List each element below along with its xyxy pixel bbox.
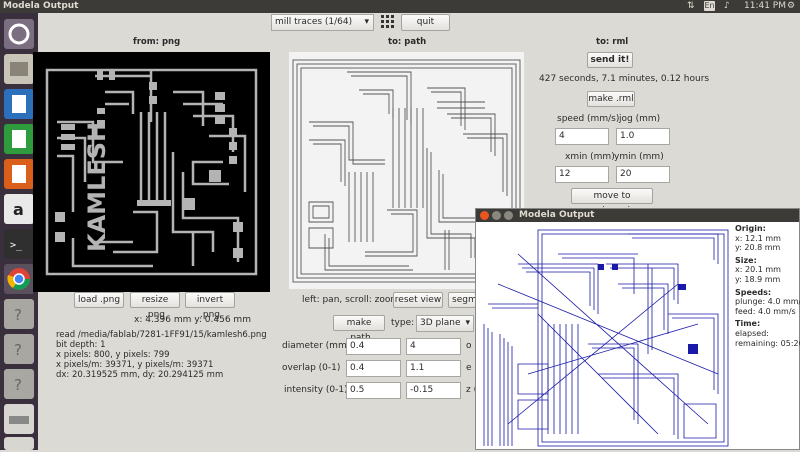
- chevron-down-icon: ▾: [465, 318, 470, 328]
- svg-text:>_: >_: [10, 240, 23, 251]
- window-title: Modela Output: [3, 1, 79, 11]
- quit-button[interactable]: quit: [401, 14, 450, 31]
- gear-icon[interactable]: ⚙: [787, 1, 795, 11]
- right-label-e: e: [466, 363, 472, 373]
- ymin-label: ymin (mm): [614, 152, 664, 162]
- make-path-button[interactable]: make .path: [333, 315, 385, 343]
- info-line: x pixels/m: 39371, y pixels/m: 39371: [56, 360, 214, 370]
- intensity-field[interactable]: 0.5: [346, 382, 401, 399]
- png-preview[interactable]: KAMLESH: [33, 52, 270, 292]
- time-heading: Time:: [735, 319, 761, 329]
- amazon-icon[interactable]: a: [4, 194, 34, 224]
- svg-text:a: a: [13, 200, 24, 219]
- origin-y: y: 20.8 mm: [735, 243, 781, 253]
- chrome-icon[interactable]: [4, 264, 34, 294]
- popup-title: Modela Output: [519, 210, 595, 220]
- intensity-label: intensity (0-1): [284, 385, 348, 395]
- info-line: bit depth: 1: [56, 340, 106, 350]
- xmin-label: xmin (mm): [565, 152, 615, 162]
- load-png-button[interactable]: load .png: [74, 292, 124, 308]
- ymin-field[interactable]: 20: [616, 166, 670, 183]
- files-icon[interactable]: [4, 54, 34, 84]
- overlap-label: overlap (0-1): [282, 363, 341, 373]
- unknown-app-icon[interactable]: ?: [4, 334, 34, 364]
- toolpath-canvas[interactable]: [478, 224, 733, 449]
- svg-text:?: ?: [14, 341, 22, 359]
- grid-icon[interactable]: [381, 15, 395, 32]
- minimize-icon[interactable]: [492, 211, 501, 220]
- svg-text:?: ?: [14, 306, 22, 324]
- jog-field[interactable]: 1.0: [616, 128, 670, 145]
- diameter-field-2[interactable]: 4: [406, 338, 461, 355]
- from-png-header: from: png: [133, 37, 181, 47]
- mode-select[interactable]: mill traces (1/64) ▾: [271, 14, 374, 31]
- speed-label: speed (mm/s): [557, 114, 620, 124]
- invert-png-button[interactable]: invert .png: [185, 292, 235, 320]
- diameter-label: diameter (mm): [282, 341, 351, 351]
- clock[interactable]: 11:41 PM: [744, 1, 786, 11]
- origin-heading: Origin:: [735, 224, 766, 233]
- maximize-icon[interactable]: [504, 211, 513, 220]
- plunge-speed: plunge: 4.0 mm/s: [735, 297, 800, 307]
- modela-output-window[interactable]: Modela Output Origin: x: 12.1 mm y: 20.8…: [475, 208, 800, 450]
- size-heading: Size:: [735, 255, 757, 265]
- to-path-header: to: path: [388, 37, 427, 47]
- right-label-o: o: [466, 341, 472, 351]
- network-icon[interactable]: ⇅: [687, 1, 695, 11]
- info-line: dx: 20.319525 mm, dy: 20.294125 mm: [56, 370, 224, 380]
- size-x: x: 20.1 mm: [735, 265, 781, 275]
- type-label: type:: [391, 318, 415, 328]
- speeds-heading: Speeds:: [735, 287, 772, 297]
- writer-icon[interactable]: [4, 89, 34, 119]
- to-rml-header: to: rml: [596, 37, 629, 47]
- terminal-icon[interactable]: >_: [4, 229, 34, 259]
- mode-select-value: mill traces (1/64): [275, 17, 353, 27]
- info-line: read /media/fablab/7281-1FF91/15/kamlesh…: [56, 330, 267, 340]
- diameter-field[interactable]: 0.4: [346, 338, 401, 355]
- svg-text:?: ?: [14, 376, 22, 394]
- make-rml-button[interactable]: make .rml: [587, 91, 635, 107]
- chevron-down-icon: ▾: [364, 17, 369, 27]
- trash-icon[interactable]: [4, 437, 34, 450]
- send-button[interactable]: send it!: [587, 52, 633, 68]
- type-select[interactable]: 3D plane ▾: [416, 315, 474, 332]
- xmin-field[interactable]: 12: [555, 166, 609, 183]
- overlap-field-2[interactable]: 1.1: [406, 360, 461, 377]
- move-to-origin-button[interactable]: move to xmin,ymin: [571, 188, 653, 216]
- popup-titlebar[interactable]: Modela Output: [476, 209, 799, 222]
- origin-x: x: 12.1 mm: [735, 233, 781, 243]
- elapsed-time: elapsed:: [735, 328, 769, 338]
- remaining-time: remaining: 05:26: [735, 338, 800, 348]
- pan-zoom-hint: left: pan, scroll: zoom: [302, 295, 400, 305]
- size-y: y: 18.9 mm: [735, 274, 781, 284]
- impress-icon[interactable]: [4, 159, 34, 189]
- resize-png-button[interactable]: resize .png: [130, 292, 180, 320]
- top-panel: Modela Output ⇅ En ♪ 11:41 PM ⚙: [0, 0, 800, 13]
- calc-icon[interactable]: [4, 124, 34, 154]
- jog-label: jog (mm): [619, 114, 661, 124]
- toolpath-info: Origin: x: 12.1 mm y: 20.8 mm Size: x: 2…: [735, 224, 800, 348]
- volume-icon[interactable]: ♪: [724, 1, 730, 11]
- info-line: x pixels: 800, y pixels: 799: [56, 350, 170, 360]
- png-info: read /media/fablab/7281-1FF91/15/kamlesh…: [56, 330, 267, 380]
- board-label: KAMLESH: [83, 122, 111, 252]
- segment-button[interactable]: segm: [448, 292, 476, 308]
- close-icon[interactable]: [480, 211, 489, 220]
- reset-view-button[interactable]: reset view: [393, 292, 443, 308]
- ubuntu-icon[interactable]: [4, 19, 34, 49]
- overlap-field[interactable]: 0.4: [346, 360, 401, 377]
- cursor-coords: x: 4.396 mm y: 0.456 mm: [134, 315, 251, 325]
- speed-field[interactable]: 4: [555, 128, 609, 145]
- drive-icon[interactable]: [4, 404, 34, 434]
- feed-speed: feed: 4.0 mm/s: [735, 306, 796, 316]
- type-select-value: 3D plane: [420, 318, 461, 328]
- language-indicator[interactable]: En: [704, 1, 715, 11]
- unknown-app-icon[interactable]: ?: [4, 369, 34, 399]
- time-estimate: 427 seconds, 7.1 minutes, 0.12 hours: [539, 74, 710, 84]
- unknown-app-icon[interactable]: ?: [4, 299, 34, 329]
- intensity-field-2[interactable]: -0.15: [406, 382, 461, 399]
